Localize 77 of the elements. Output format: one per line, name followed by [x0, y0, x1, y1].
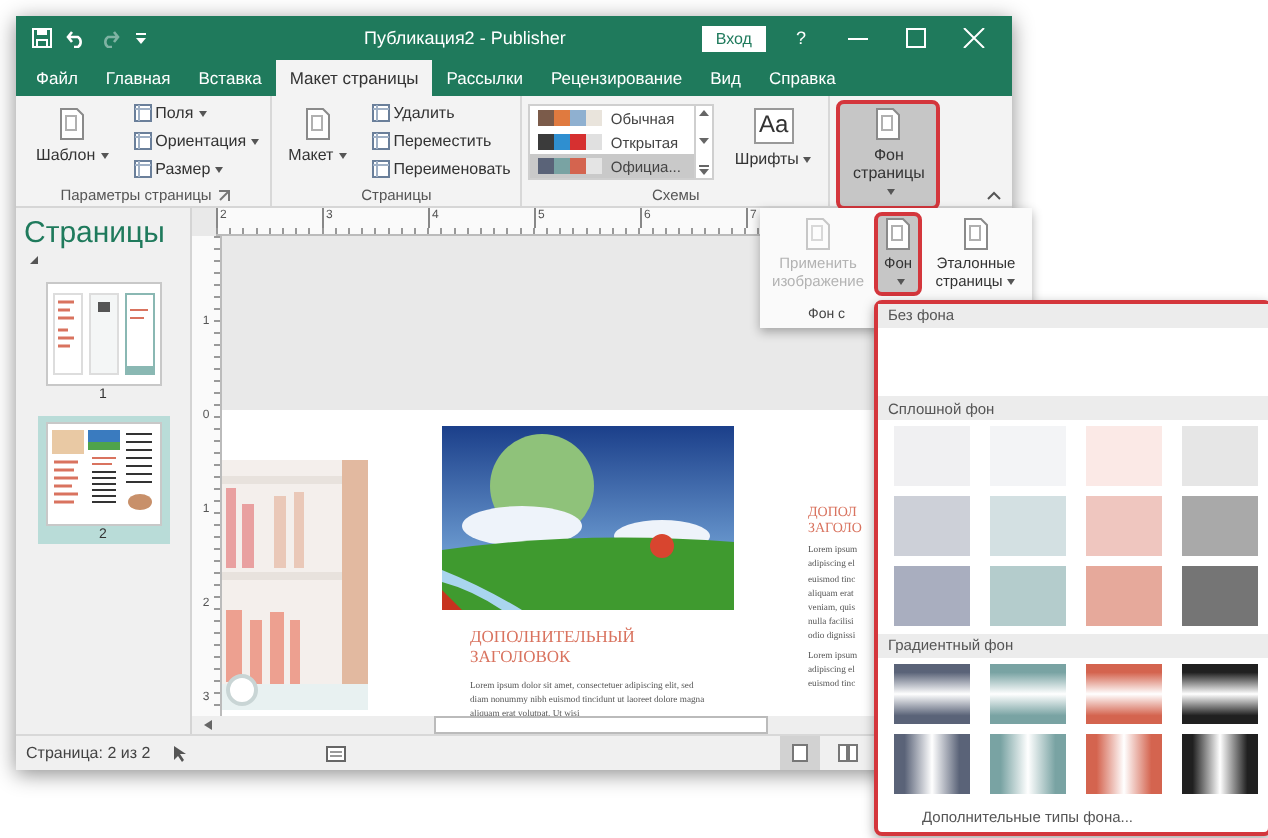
more-icon[interactable] [698, 164, 711, 176]
caret-icon [250, 137, 261, 145]
scroll-up-icon[interactable] [698, 108, 711, 118]
single-page-icon [790, 744, 810, 762]
layout-icon[interactable] [326, 745, 347, 761]
sign-in-button[interactable]: Вход [701, 25, 766, 51]
gradient-swatch[interactable] [1086, 663, 1162, 724]
ribbon-tab[interactable]: Рецензирование [536, 60, 697, 96]
scrollbar-thumb[interactable] [434, 716, 768, 734]
single-page-view-button[interactable] [780, 736, 820, 770]
caret-icon [895, 277, 906, 286]
caret-icon [802, 155, 813, 164]
color-swatch[interactable] [1086, 565, 1162, 626]
color-swatch[interactable] [1182, 495, 1258, 556]
ribbon-tab[interactable]: Главная [91, 60, 185, 96]
color-swatch[interactable] [1086, 495, 1162, 556]
ribbon-tab[interactable]: Вид [696, 60, 755, 96]
page-preview-drawing [45, 422, 161, 526]
collapse-ribbon-icon[interactable] [986, 190, 1002, 200]
ribbon-tab[interactable]: Макет страницы [275, 60, 433, 96]
grid-icon [133, 104, 152, 122]
gradient-swatch[interactable] [1182, 733, 1258, 794]
save-icon[interactable] [32, 28, 52, 48]
page-indicator: Страница: 2 из 2 [26, 744, 151, 762]
color-swatch[interactable] [1086, 425, 1162, 486]
color-swatch[interactable] [1182, 425, 1258, 486]
caret-icon [337, 151, 348, 160]
color-swatch[interactable] [894, 565, 970, 626]
ribbon-button[interactable]: Aa Шрифты [724, 100, 823, 176]
color-swatch[interactable] [1182, 565, 1258, 626]
page-icon [962, 218, 990, 250]
ribbon-tab[interactable]: Вставка [184, 60, 276, 96]
color-swatch[interactable] [894, 495, 970, 556]
ribbon-tab[interactable]: Справка [754, 60, 850, 96]
caret-icon [214, 165, 225, 173]
scroll-down-icon[interactable] [698, 136, 711, 146]
pane-title: Страницы [22, 216, 165, 250]
page-icon [58, 108, 87, 140]
gradient-swatch[interactable] [1182, 663, 1258, 724]
page-preview-drawing [45, 282, 161, 386]
section-heading: ДОПОЛНИТЕЛЬНЫЙ ЗАГОЛОВОК [470, 628, 637, 668]
ribbon-button[interactable]: Шаблон [26, 100, 120, 173]
page-icon [884, 218, 913, 250]
dialog-launcher-icon[interactable] [217, 189, 230, 201]
ribbon-small-button[interactable]: Размер [129, 156, 265, 182]
page-icon [804, 218, 833, 250]
gradient-swatch[interactable] [990, 663, 1066, 724]
cursor-icon [174, 745, 187, 761]
caret-icon [99, 151, 110, 160]
ribbon-small-button[interactable]: Ориентация [129, 128, 265, 154]
color-swatch[interactable] [990, 565, 1066, 626]
two-pages-icon [838, 744, 858, 762]
page-icon [874, 108, 903, 140]
ribbon-small-button[interactable]: Поля [129, 100, 265, 126]
undo-icon[interactable] [66, 28, 86, 48]
caret-icon [1006, 277, 1017, 286]
ribbon-button[interactable]: Фон страницы [836, 100, 941, 210]
collapse-icon[interactable] [30, 256, 38, 264]
gradient-swatch[interactable] [894, 733, 970, 794]
color-swatch[interactable] [990, 495, 1066, 556]
page-icon [303, 108, 332, 140]
customize-icon[interactable] [134, 30, 148, 46]
ribbon-tab[interactable]: Рассылки [432, 60, 537, 96]
gradient-swatch[interactable] [1086, 733, 1162, 794]
ribbon-small-button[interactable]: Переместить [367, 128, 515, 154]
redo-icon[interactable] [100, 28, 120, 48]
scroll-left-icon[interactable] [203, 720, 211, 730]
caret-icon [197, 109, 208, 117]
caret-icon [885, 188, 896, 197]
gradient-swatch[interactable] [990, 733, 1066, 794]
window-title: Публикация2 - Publisher [362, 28, 568, 48]
help-button[interactable]: ? [779, 28, 822, 48]
ribbon-tab[interactable]: Файл [22, 60, 92, 96]
ribbon-small-button[interactable]: Удалить [367, 100, 515, 126]
gradient-swatch[interactable] [894, 663, 970, 724]
ribbon-button[interactable]: Макет [278, 100, 358, 173]
ribbon-small-button[interactable]: Переименовать [367, 156, 515, 182]
